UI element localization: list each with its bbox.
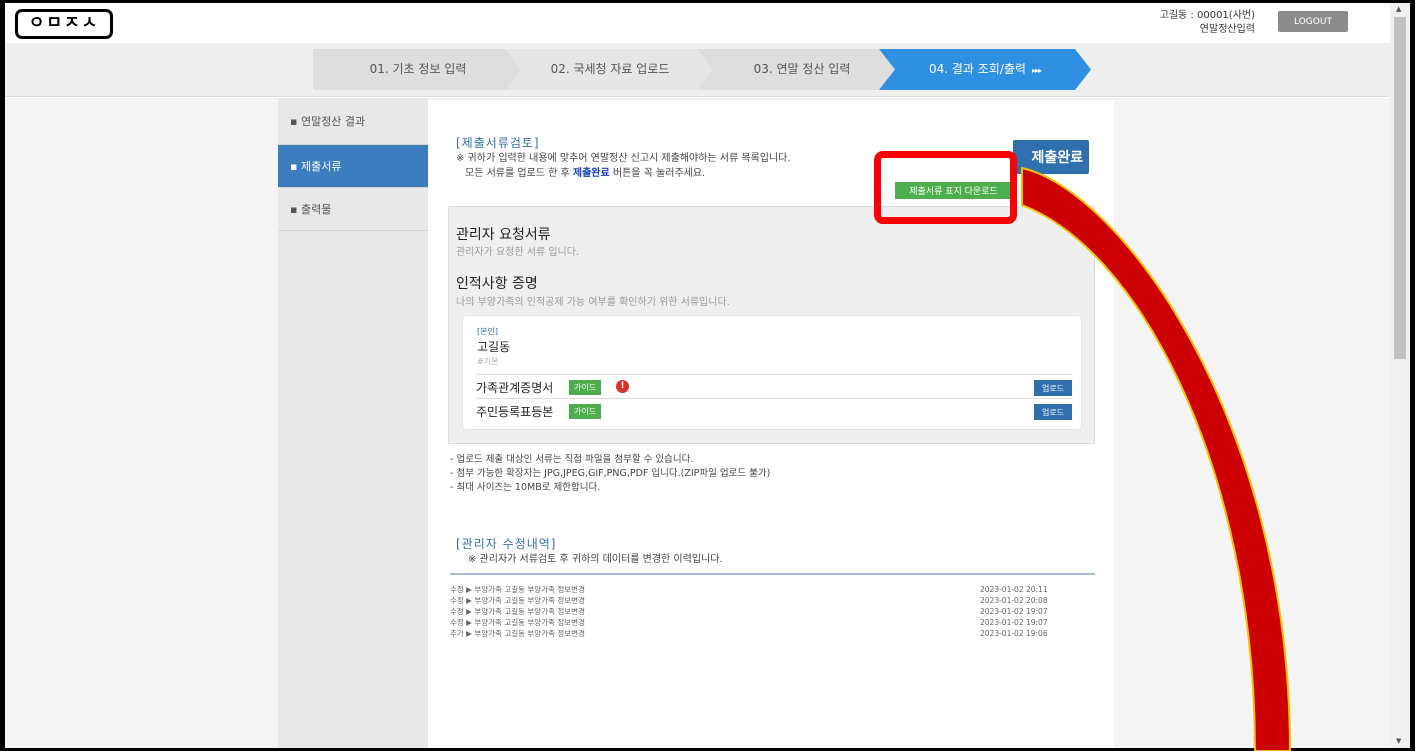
callout-arrow-icon bbox=[1021, 166, 1292, 751]
